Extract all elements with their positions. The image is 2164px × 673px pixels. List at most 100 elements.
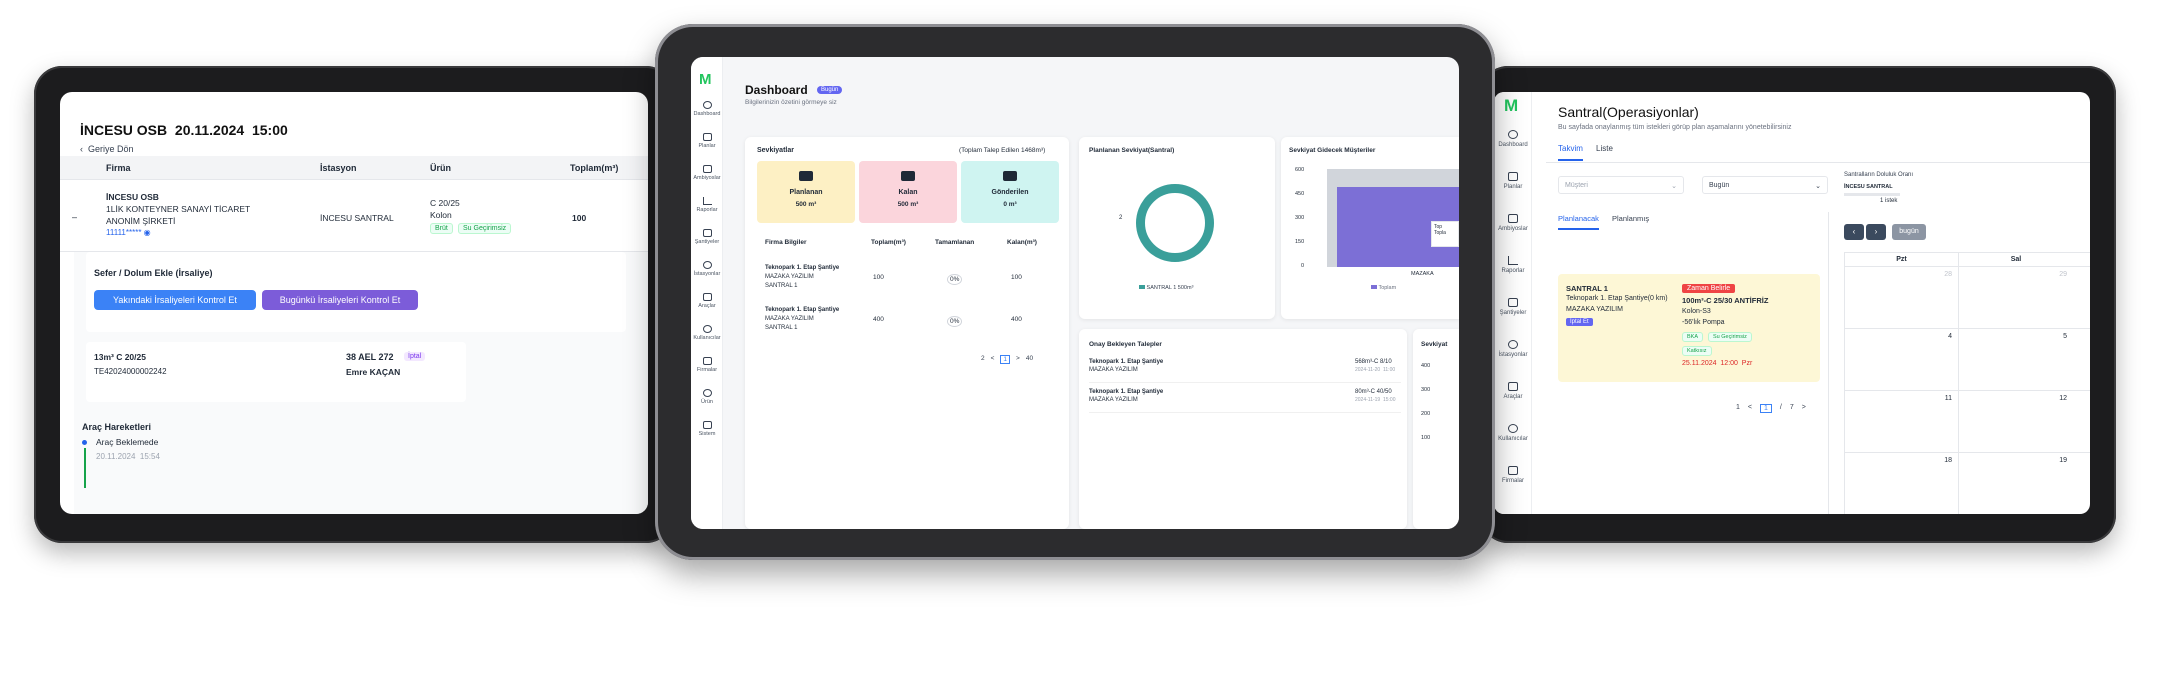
prev-button[interactable]: ‹ (1844, 224, 1864, 240)
page-prev[interactable]: < (991, 355, 995, 364)
page-size[interactable]: 7 (1790, 404, 1794, 413)
calendar-cell[interactable]: 5 (1959, 329, 2090, 391)
sevkiyat2-card: Sevkiyat 400 300 200 100 (1413, 329, 1459, 529)
list-item[interactable]: Teknopark 1. Etap Şantiye MAZAKA YAZILIM… (1089, 387, 1401, 413)
irsaliye-product: 13m³ C 20/25 (94, 352, 146, 362)
status-badge: İptal (404, 352, 426, 361)
sidebar-item-kullanicilar[interactable]: Kullanıcılar (1494, 424, 1532, 442)
table-row[interactable]: Teknopark 1. Etap Şantiye MAZAKA YAZILIM… (765, 307, 1055, 347)
sidebar-item-raporlar[interactable]: Raporlar (1494, 256, 1532, 274)
musteri-title: Sevkiyat Gidecek Müşteriler (1289, 147, 1376, 154)
page-prev[interactable]: < (1748, 404, 1752, 413)
today-button[interactable]: bugün (1892, 224, 1926, 240)
tab-planlanmis[interactable]: Planlanmış (1612, 214, 1649, 223)
onay-title: Onay Bekleyen Talepler (1089, 341, 1162, 348)
tab-planlanacak[interactable]: Planlanacak (1558, 214, 1599, 230)
iptal-button[interactable]: İptal Et (1566, 318, 1593, 326)
sidebar-item-santiyeler[interactable]: Şantiyeler (1494, 298, 1532, 316)
stat-value: 500 m³ (897, 201, 919, 208)
doluluk-name: İNCESU SANTRAL (1844, 184, 1893, 190)
calendar-cell[interactable]: 12 (1959, 391, 2090, 453)
phone-link[interactable]: 11111***** ◉ (106, 228, 151, 237)
sidebar-item-firmalar[interactable]: Firmalar (1494, 466, 1532, 484)
building-icon (1508, 466, 1518, 475)
yakindaki-irsaliye-button[interactable]: Yakındaki İrsaliyeleri Kontrol Et (94, 290, 256, 310)
calendar-cell[interactable]: 19 (1959, 453, 2090, 514)
car-icon (1508, 382, 1518, 391)
donut-ring (1136, 184, 1214, 262)
stat-value: 0 m³ (1003, 201, 1017, 208)
tab-liste[interactable]: Liste (1596, 144, 1613, 153)
sidebar-item-urun[interactable]: Ürün (691, 389, 723, 405)
sidebar-item-planlar[interactable]: Planlar (691, 133, 723, 149)
doluluk-bar (1844, 193, 1900, 196)
col-firma: Firma (106, 163, 131, 173)
stat-label: Planlanan (789, 189, 823, 196)
tag-bka: BKA (1682, 332, 1704, 342)
istasyon-value: İNCESU SANTRAL (320, 213, 394, 223)
pompa: -56'lık Pompa (1682, 319, 1725, 326)
page-next[interactable]: > (1016, 355, 1020, 364)
calendar-cell[interactable]: 28 (1845, 267, 1959, 329)
calendar-cell[interactable]: 29 (1959, 267, 2090, 329)
bugunku-irsaliye-button[interactable]: Bugünkü İrsaliyeleri Kontrol Et (262, 290, 418, 310)
list-item[interactable]: Teknopark 1. Etap Şantiye MAZAKA YAZILIM… (1089, 357, 1401, 383)
calendar-icon (1508, 172, 1518, 181)
sidebar-item-istasyonlar[interactable]: İstasyonlar (1494, 340, 1532, 358)
sidebar-item-araclar[interactable]: Araçlar (1494, 382, 1532, 400)
calendar-cell[interactable]: 11 (1845, 391, 1959, 453)
page-current[interactable]: 1 (1000, 355, 1011, 364)
stat-label: Kalan (898, 189, 918, 196)
sidebar-item-planlar[interactable]: Planlar (1494, 172, 1532, 190)
sidebar-item-istasyonlar[interactable]: İstasyonlar (691, 261, 723, 277)
axis-label: 2 (1119, 215, 1123, 221)
hareket-item: Araç Beklemede (96, 437, 159, 447)
page-current[interactable]: 1 (1760, 404, 1772, 413)
toplam-value: 100 (572, 213, 587, 223)
sidebar-item-araclar[interactable]: Araçlar (691, 293, 723, 309)
legend-swatch (1139, 285, 1145, 289)
tab-takvim[interactable]: Takvim (1558, 144, 1583, 161)
request-card[interactable]: SANTRAL 1 Teknopark 1. Etap Şantiye(0 km… (1558, 274, 1820, 382)
calendar-body: 28 29 4 5 11 12 18 19 (1845, 267, 2090, 514)
sidebar: M Dashboard Planlar Ambiyoslar Raporlar … (691, 57, 723, 529)
center-tablet: M Dashboard Planlar Ambiyoslar Raporlar … (655, 24, 1495, 560)
calendar-cell[interactable]: 18 (1845, 453, 1959, 514)
sidebar-item-firmalar[interactable]: Firmalar (691, 357, 723, 373)
firma-line1: 1LİK KONTEYNER SANAYİ TİCARET (106, 204, 251, 214)
document-icon (1508, 214, 1518, 223)
page-next[interactable]: > (1802, 404, 1806, 413)
sevkiyat-title: Sevkiyatlar (757, 147, 794, 154)
table-row[interactable]: Teknopark 1. Etap Şantiye MAZAKA YAZILIM… (765, 265, 1055, 305)
plate-number: 38 AEL 272 (346, 352, 394, 362)
date-select[interactable]: Bugün ⌄ (1702, 176, 1828, 194)
irsaliye-card[interactable]: 13m³ C 20/25 TE42024000002242 38 AEL 272… (86, 342, 466, 402)
sidebar-item-santiyeler[interactable]: Şantiyeler (691, 229, 723, 245)
eye-icon[interactable]: ◉ (144, 228, 151, 237)
santral-name: SANTRAL 1 (1566, 284, 1608, 293)
home-icon (702, 229, 712, 237)
next-button[interactable]: › (1866, 224, 1886, 240)
calendar-cell[interactable]: 4 (1845, 329, 1959, 391)
cube-icon (901, 171, 915, 181)
sidebar-item-raporlar[interactable]: Raporlar (691, 197, 723, 213)
sidebar-item-dashboard[interactable]: Dashboard (1494, 130, 1532, 148)
firma-line2: ANONİM ŞİRKETİ (106, 216, 176, 226)
sidebar-item-dashboard[interactable]: Dashboard (691, 101, 723, 117)
sidebar-item-ambiyoslar[interactable]: Ambiyoslar (1494, 214, 1532, 232)
calendar-icon (702, 133, 712, 141)
sidebar-item-sistem[interactable]: Sistem (691, 421, 723, 437)
page-size[interactable]: 40 (1026, 355, 1033, 364)
back-link[interactable]: ‹ Geriye Dön (80, 144, 134, 154)
sidebar-item-ambiyoslar[interactable]: Ambiyoslar (691, 165, 723, 181)
right-screen: M Dashboard Planlar Ambiyoslar Raporlar … (1494, 92, 2090, 514)
collapse-toggle[interactable]: – (72, 212, 77, 222)
chevron-down-icon: ⌄ (1815, 183, 1821, 190)
table-row[interactable]: – İNCESU OSB 1LİK KONTEYNER SANAYİ TİCAR… (60, 180, 648, 252)
musteri-select[interactable]: Müşteri ⌄ (1558, 176, 1684, 194)
doluluk-count: 1 istek (1880, 198, 1898, 204)
logo: M (1504, 96, 1519, 115)
sidebar-item-kullanicilar[interactable]: Kullanıcılar (691, 325, 723, 341)
zaman-belirle-button[interactable]: Zaman Belirle (1682, 284, 1736, 293)
document-icon (702, 165, 712, 173)
